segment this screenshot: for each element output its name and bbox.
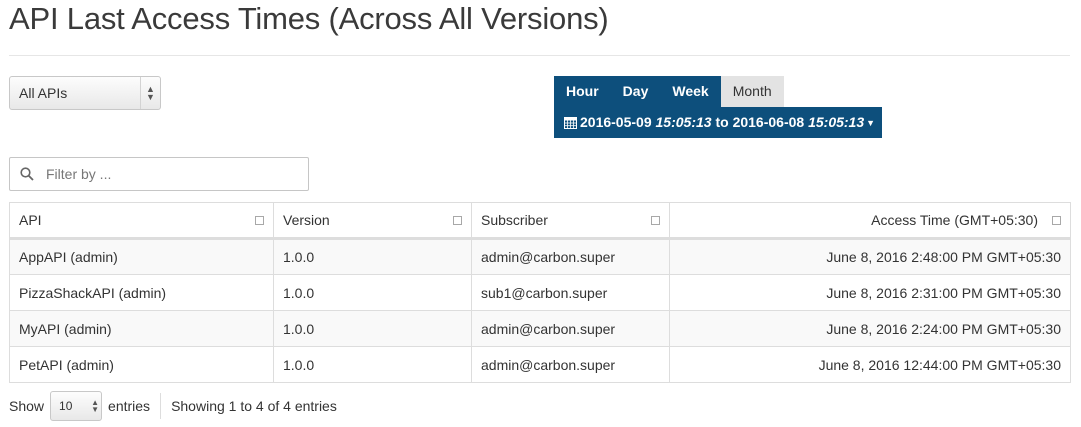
search-icon	[20, 167, 34, 184]
table-row: AppAPI (admin) 1.0.0 admin@carbon.super …	[9, 238, 1071, 275]
api-select-value: All APIs	[19, 85, 68, 101]
tab-week[interactable]: Week	[660, 76, 721, 107]
start-date: 2016-05-09	[580, 114, 652, 130]
cell-api: AppAPI (admin)	[9, 238, 274, 275]
table-row: PetAPI (admin) 1.0.0 admin@carbon.super …	[9, 346, 1071, 383]
column-header-api[interactable]: API	[9, 202, 274, 240]
cell-access-time: June 8, 2016 2:24:00 PM GMT+05:30	[669, 310, 1071, 347]
start-time: 15:05:13	[655, 114, 712, 130]
end-date: 2016-06-08	[732, 114, 805, 130]
tab-hour[interactable]: Hour	[554, 76, 611, 107]
page-length-select[interactable]: 10 ▲ ▼	[50, 391, 103, 421]
cell-version: 1.0.0	[273, 238, 472, 275]
tab-month[interactable]: Month	[720, 76, 784, 107]
page-title: API Last Access Times (Across All Versio…	[9, 1, 609, 36]
table-footer: Show 10 ▲ ▼ entries Showing 1 to 4 of 4 e…	[9, 391, 337, 421]
caret-down-icon: ▼	[866, 118, 876, 128]
table-info: Showing 1 to 4 of 4 entries	[171, 398, 337, 414]
column-label: Version	[283, 212, 330, 228]
cell-api: MyAPI (admin)	[9, 310, 274, 347]
cell-api: PizzaShackAPI (admin)	[9, 274, 274, 311]
tab-day[interactable]: Day	[610, 76, 661, 107]
table-header-row: API Version Subscriber Access Time (GMT+…	[9, 202, 1071, 240]
column-label: API	[19, 212, 42, 228]
cell-api: PetAPI (admin)	[9, 346, 274, 383]
cell-access-time: June 8, 2016 2:31:00 PM GMT+05:30	[669, 274, 1071, 311]
sort-icon	[453, 216, 462, 225]
filter-box	[9, 157, 309, 191]
table-row: MyAPI (admin) 1.0.0 admin@carbon.super J…	[9, 310, 1071, 347]
cell-access-time: June 8, 2016 12:44:00 PM GMT+05:30	[669, 346, 1071, 383]
sort-icon	[651, 216, 660, 225]
cell-version: 1.0.0	[273, 274, 472, 311]
column-header-subscriber[interactable]: Subscriber	[471, 202, 670, 240]
cell-subscriber: sub1@carbon.super	[471, 274, 670, 311]
column-label: Subscriber	[481, 212, 548, 228]
api-select[interactable]: All APIs ▲ ▼	[9, 76, 161, 110]
filter-input[interactable]	[44, 164, 299, 184]
page-length-value: 10	[59, 399, 73, 413]
cell-access-time: June 8, 2016 2:48:00 PM GMT+05:30	[669, 238, 1071, 275]
column-label: Access Time (GMT+05:30)	[871, 212, 1038, 228]
calendar-icon	[564, 109, 577, 140]
cell-subscriber: admin@carbon.super	[471, 238, 670, 275]
title-divider	[9, 55, 1070, 56]
sort-icon	[255, 216, 264, 225]
table-row: PizzaShackAPI (admin) 1.0.0 sub1@carbon.…	[9, 274, 1071, 311]
cell-version: 1.0.0	[273, 346, 472, 383]
cell-subscriber: admin@carbon.super	[471, 310, 670, 347]
show-label: Show	[9, 398, 45, 414]
date-range-picker[interactable]: 2016-05-09 15:05:13 to 2016-06-08 15:05:…	[554, 107, 882, 138]
select-caret-icon: ▲ ▼	[91, 398, 100, 414]
column-header-access-time[interactable]: Access Time (GMT+05:30)	[669, 202, 1071, 240]
footer-divider	[160, 393, 162, 419]
select-caret-icon: ▲ ▼	[140, 77, 160, 109]
end-time: 15:05:13	[808, 114, 865, 130]
cell-version: 1.0.0	[273, 310, 472, 347]
sort-icon	[1052, 216, 1061, 225]
entries-label: entries	[108, 398, 151, 414]
range-separator: to	[715, 114, 729, 130]
time-range-tabs: Hour Day Week Month	[554, 76, 784, 107]
access-times-table: API Version Subscriber Access Time (GMT+…	[9, 202, 1071, 383]
column-header-version[interactable]: Version	[273, 202, 472, 240]
cell-subscriber: admin@carbon.super	[471, 346, 670, 383]
